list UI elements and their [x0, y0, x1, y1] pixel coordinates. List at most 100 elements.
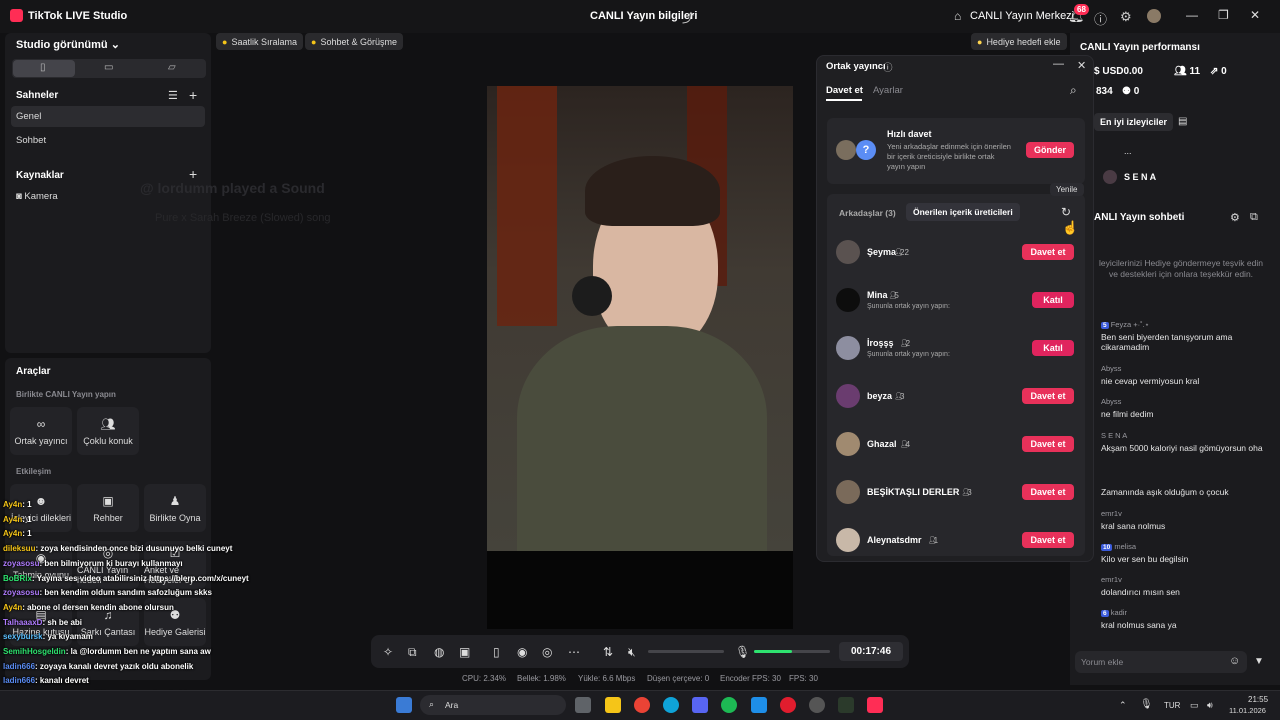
creator-avatar[interactable] — [836, 432, 860, 456]
search-icon[interactable]: ⌕ — [1070, 83, 1077, 98]
audio-settings-icon[interactable]: ⇅ — [603, 645, 613, 659]
creator-avatar[interactable] — [836, 240, 860, 264]
tiktok-taskbar-icon[interactable] — [867, 697, 883, 713]
more-icon[interactable]: ⋯ — [568, 645, 580, 659]
suggested-creator-row: Ghazal 👤︎ 4 Davet et — [836, 430, 1076, 458]
speaker-mute-icon[interactable]: 🔇︎ — [628, 645, 636, 660]
tools-heading: Araçlar — [16, 366, 51, 377]
hourly-ranking-chip[interactable]: ● Saatlik Sıralama — [216, 33, 303, 50]
emoji-icon[interactable]: ☺ — [1229, 655, 1240, 667]
users-icon: 👥︎ — [100, 416, 116, 431]
tray-mic-icon[interactable]: 🎙︎ — [1140, 699, 1153, 710]
windows-start-icon[interactable] — [396, 697, 412, 713]
phone-icon[interactable]: ▯ — [493, 645, 500, 659]
popup-minimize-icon[interactable]: — — [1053, 58, 1064, 70]
gear-icon[interactable]: ⚙ — [1120, 9, 1132, 25]
top-viewers-tab[interactable]: En iyi izleyiciler — [1094, 113, 1174, 131]
layout-icon[interactable]: ▱ — [168, 62, 176, 73]
jacket-shape — [517, 326, 767, 551]
steam-icon[interactable] — [751, 697, 767, 713]
camera-toggle-icon[interactable]: ◎ — [542, 645, 552, 659]
overlay-chat-line: dileksuu: zoya kendisinden once bizi dus… — [3, 544, 232, 553]
gift-goal-chip[interactable]: ● Hediye hedefi ekle — [971, 33, 1067, 50]
chat-settings-icon[interactable]: ⚙ — [1230, 211, 1240, 224]
network-icon[interactable]: ▭ — [1190, 700, 1199, 711]
overlay-chat-line: Ay4n: 1 — [3, 500, 32, 509]
send-icon[interactable]: ▼ — [1254, 656, 1264, 667]
share-icon[interactable]: ⤴ — [682, 9, 694, 26]
help-circle-icon[interactable]: ⓘ — [883, 60, 893, 74]
friends-tab[interactable]: Arkadaşlar (3) — [839, 208, 896, 218]
mic-volume-slider[interactable] — [754, 650, 830, 653]
tab-settings[interactable]: Ayarlar — [873, 85, 903, 96]
creator-avatar[interactable] — [836, 480, 860, 504]
tab-invite[interactable]: Davet et — [826, 85, 863, 96]
suggested-tab[interactable]: Önerilen içerik üreticileri — [906, 203, 1020, 221]
cohost-tool[interactable]: ∞ Ortak yayıncı — [10, 407, 72, 455]
profile-avatar[interactable] — [1147, 9, 1161, 23]
camera-source[interactable]: ◙ Kamera — [16, 191, 58, 202]
folder-icon[interactable] — [605, 697, 621, 713]
landscape-icon[interactable]: ▭ — [104, 62, 113, 73]
camera-icon: ◙ — [16, 191, 22, 202]
join-button[interactable]: Katıl — [1032, 340, 1074, 356]
scene-sohbet[interactable]: Sohbet — [16, 135, 46, 146]
filter-icon[interactable]: ◍ — [434, 645, 444, 659]
multi-guest-tool[interactable]: 👥︎ Çoklu konuk — [77, 407, 139, 455]
minimize-icon[interactable]: — — [1186, 8, 1198, 22]
volume-icon[interactable]: 🔊︎ — [1207, 700, 1213, 711]
microphone-icon[interactable]: 🎙︎ — [735, 645, 750, 659]
studio-view-dropdown[interactable]: Studio görünümü ⌄ — [16, 38, 120, 51]
overlay-chat-user: ladin666 — [3, 661, 36, 671]
opera-icon[interactable] — [780, 697, 796, 713]
chat-username: S E N A — [1101, 431, 1127, 440]
add-scene-icon[interactable]: + — [189, 87, 197, 103]
invite-button[interactable]: Davet et — [1022, 532, 1074, 548]
close-icon[interactable]: ✕ — [1250, 8, 1260, 22]
invite-button[interactable]: Davet et — [1022, 484, 1074, 500]
task-view-icon[interactable] — [575, 697, 591, 713]
live-center-button[interactable]: CANLI Yayın Merkezi — [970, 10, 1074, 22]
viewers-stat: 👥︎ 11 — [1174, 66, 1201, 77]
creator-avatar[interactable] — [836, 528, 860, 552]
creator-avatar[interactable] — [836, 336, 860, 360]
creator-avatar[interactable] — [836, 288, 860, 312]
effects-icon[interactable]: ⧉ — [408, 645, 417, 660]
tray-arrow-icon[interactable]: ⌃ — [1119, 700, 1127, 711]
language-indicator[interactable]: TUR — [1164, 701, 1180, 710]
chat-call-chip[interactable]: ● Sohbet & Görüşme — [305, 33, 403, 50]
terminal-icon[interactable] — [838, 697, 854, 713]
joystick-icon: ♟ — [169, 493, 181, 508]
record-icon[interactable]: ◉ — [517, 645, 527, 659]
help-icon[interactable]: ⓘ — [1094, 9, 1107, 28]
list-view-icon[interactable]: ▤ — [1178, 116, 1187, 127]
creator-avatar[interactable] — [836, 384, 860, 408]
popup-close-icon[interactable]: ✕ — [1077, 59, 1086, 72]
tiktok-logo — [10, 9, 23, 22]
play-together-tool[interactable]: ♟ Birlikte Oyna — [144, 484, 206, 532]
invite-button[interactable]: Davet et — [1022, 388, 1074, 404]
media-icon[interactable]: ▣ — [459, 645, 470, 659]
app-icon[interactable] — [809, 697, 825, 713]
edge-icon[interactable] — [663, 697, 679, 713]
chrome-icon[interactable] — [634, 697, 650, 713]
guide-tool[interactable]: ▣ Rehber — [77, 484, 139, 532]
list-icon[interactable]: ☰ — [168, 89, 178, 102]
chat-username-text: S E N A — [1101, 431, 1128, 440]
chat-icon: ● — [311, 36, 317, 47]
taskbar-search[interactable] — [420, 695, 566, 715]
join-button[interactable]: Katıl — [1032, 292, 1074, 308]
magic-icon[interactable]: ✧ — [383, 645, 393, 659]
cpu-stat: CPU: 2.34% — [462, 674, 507, 683]
ghost-sound-text: @ lordumm played a Sound — [140, 180, 325, 196]
spotify-icon[interactable] — [721, 697, 737, 713]
popout-icon[interactable]: ⧉ — [1250, 211, 1258, 224]
top-viewer-1: ... — [1124, 146, 1132, 156]
refresh-icon[interactable]: ↻ — [1061, 205, 1071, 219]
invite-button[interactable]: Davet et — [1022, 244, 1074, 260]
discord-icon[interactable] — [692, 697, 708, 713]
invite-button[interactable]: Davet et — [1022, 436, 1074, 452]
send-button[interactable]: Gönder — [1026, 142, 1074, 158]
speaker-volume-slider[interactable] — [648, 650, 724, 653]
maximize-icon[interactable]: ❐ — [1218, 8, 1229, 22]
